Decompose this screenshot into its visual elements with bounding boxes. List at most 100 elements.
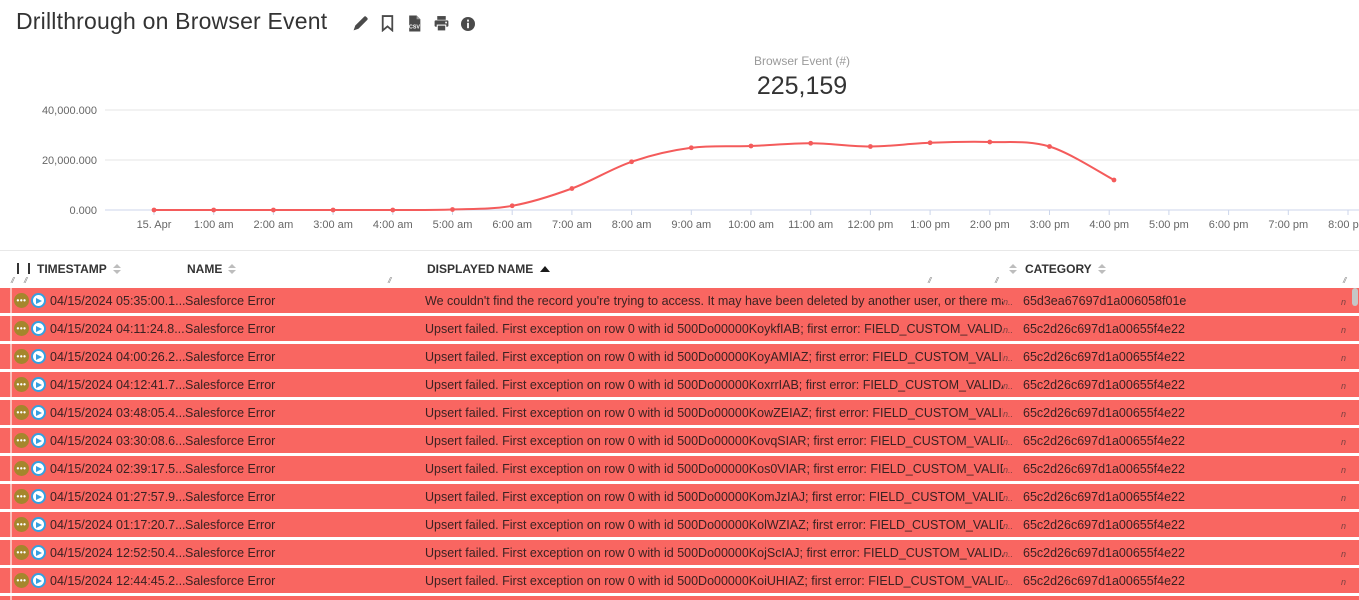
cell-timestamp: 04/15/2024 05:35:00.1... bbox=[48, 294, 185, 308]
column-resize-grip[interactable]: // bbox=[928, 276, 930, 285]
edit-icon[interactable] bbox=[351, 15, 369, 33]
sort-icon[interactable] bbox=[228, 264, 236, 274]
table-row[interactable]: ••• 04/15/2024 01:27:57.9... Salesforce … bbox=[0, 484, 1359, 509]
bookmark-icon[interactable] bbox=[378, 15, 396, 33]
column-resize-grip[interactable]: // bbox=[1343, 276, 1345, 285]
cell-truncated-edge: n bbox=[1341, 353, 1346, 363]
table-row[interactable]: ••• 04/15/2024 03:48:05.4... Salesforce … bbox=[0, 400, 1359, 425]
actions-menu-icon[interactable]: ••• bbox=[14, 489, 29, 504]
col-header-displayed-name[interactable]: DISPLAYED NAME bbox=[425, 262, 1003, 276]
cell-category: 65c2d26c697d1a00655f4e22 bbox=[1023, 518, 1341, 532]
table-row[interactable]: ••• 04/15/2024 12:52:50.4... Salesforce … bbox=[0, 540, 1359, 565]
column-resize-grip[interactable]: // bbox=[11, 276, 13, 285]
session-replay-icon[interactable] bbox=[31, 349, 46, 364]
session-replay-icon[interactable] bbox=[31, 461, 46, 476]
table-row-partial[interactable] bbox=[0, 596, 1359, 600]
cell-timestamp: 04/15/2024 04:12:41.7... bbox=[48, 378, 185, 392]
table-row[interactable]: ••• 04/15/2024 04:11:24.8... Salesforce … bbox=[0, 316, 1359, 341]
actions-menu-icon[interactable]: ••• bbox=[14, 293, 29, 308]
cell-category: 65c2d26c697d1a00655f4e22 bbox=[1023, 378, 1341, 392]
actions-menu-icon[interactable]: ••• bbox=[14, 405, 29, 420]
col-header-replay[interactable] bbox=[24, 263, 35, 274]
cell-name: Salesforce Error bbox=[185, 322, 425, 336]
cell-truncated-edge: n bbox=[1341, 577, 1346, 587]
cell-name: Salesforce Error bbox=[185, 490, 425, 504]
cell-category: 65c2d26c697d1a00655f4e22 bbox=[1023, 350, 1341, 364]
cell-truncated: n.. bbox=[1003, 437, 1013, 447]
col-header-actions[interactable] bbox=[13, 263, 24, 274]
cell-truncated: n.. bbox=[1003, 465, 1013, 475]
table-row[interactable]: ••• 04/15/2024 04:12:41.7... Salesforce … bbox=[0, 372, 1359, 397]
svg-text:8:00 am: 8:00 am bbox=[612, 219, 652, 231]
sort-icon[interactable] bbox=[113, 264, 121, 274]
session-replay-icon[interactable] bbox=[31, 433, 46, 448]
cell-truncated-edge: n bbox=[1341, 325, 1346, 335]
cell-displayed-name: Upsert failed. First exception on row 0 … bbox=[425, 350, 1003, 364]
print-icon[interactable] bbox=[432, 15, 450, 33]
cell-timestamp: 04/15/2024 12:44:45.2... bbox=[48, 574, 185, 588]
table-row[interactable]: ••• 04/15/2024 12:44:45.2... Salesforce … bbox=[0, 568, 1359, 593]
col-header-mini[interactable] bbox=[1003, 264, 1023, 274]
cell-displayed-name: Upsert failed. First exception on row 0 … bbox=[425, 322, 1003, 336]
session-replay-icon[interactable] bbox=[31, 405, 46, 420]
actions-menu-icon[interactable]: ••• bbox=[14, 461, 29, 476]
cell-category: 65c2d26c697d1a00655f4e22 bbox=[1023, 546, 1341, 560]
cell-truncated-edge: n bbox=[1341, 297, 1346, 307]
cell-name: Salesforce Error bbox=[185, 378, 425, 392]
cell-name: Salesforce Error bbox=[185, 574, 425, 588]
sort-asc-icon[interactable] bbox=[540, 266, 550, 272]
col-header-category[interactable]: CATEGORY bbox=[1023, 262, 1341, 276]
actions-menu-icon[interactable]: ••• bbox=[14, 573, 29, 588]
session-replay-icon[interactable] bbox=[31, 321, 46, 336]
cell-truncated: n.. bbox=[1003, 549, 1013, 559]
vertical-scrollbar-thumb[interactable] bbox=[1352, 288, 1358, 306]
cell-truncated-edge: n bbox=[1341, 465, 1346, 475]
cell-truncated: n.. bbox=[1003, 493, 1013, 503]
toolbar: CSV bbox=[351, 15, 477, 33]
table-row[interactable]: ••• 04/15/2024 04:00:26.2... Salesforce … bbox=[0, 344, 1359, 369]
col-header-timestamp[interactable]: TIMESTAMP bbox=[35, 262, 185, 276]
actions-menu-icon[interactable]: ••• bbox=[14, 433, 29, 448]
svg-text:4:00 am: 4:00 am bbox=[373, 219, 413, 231]
table-row[interactable]: ••• 04/15/2024 05:35:00.1... Salesforce … bbox=[0, 288, 1359, 313]
cell-timestamp: 04/15/2024 03:30:08.6... bbox=[48, 434, 185, 448]
session-replay-icon[interactable] bbox=[31, 517, 46, 532]
table-row[interactable]: ••• 04/15/2024 02:39:17.5... Salesforce … bbox=[0, 456, 1359, 481]
chart-total-value: 225,159 bbox=[245, 72, 1359, 101]
svg-text:15. Apr: 15. Apr bbox=[137, 219, 172, 231]
sort-icon[interactable] bbox=[1009, 264, 1017, 274]
svg-text:7:00 am: 7:00 am bbox=[552, 219, 592, 231]
svg-text:9:00 am: 9:00 am bbox=[671, 219, 711, 231]
actions-menu-icon[interactable]: ••• bbox=[14, 545, 29, 560]
cell-truncated: n.. bbox=[1003, 381, 1013, 391]
col-label-timestamp: TIMESTAMP bbox=[35, 262, 107, 276]
column-resize-grip[interactable]: // bbox=[995, 276, 997, 285]
session-replay-icon[interactable] bbox=[31, 573, 46, 588]
actions-menu-icon[interactable]: ••• bbox=[14, 321, 29, 336]
svg-text:2:00 pm: 2:00 pm bbox=[970, 219, 1010, 231]
sort-icon[interactable] bbox=[1098, 264, 1106, 274]
info-icon[interactable] bbox=[459, 15, 477, 33]
cell-displayed-name: Upsert failed. First exception on row 0 … bbox=[425, 462, 1003, 476]
export-csv-icon[interactable]: CSV bbox=[405, 15, 423, 33]
actions-menu-icon[interactable]: ••• bbox=[14, 517, 29, 532]
line-chart-plot: 0.00020,000.00040,000.00015. Apr1:00 am2… bbox=[0, 100, 1359, 238]
table-row[interactable]: ••• 04/15/2024 03:30:08.6... Salesforce … bbox=[0, 428, 1359, 453]
column-resize-grip[interactable]: // bbox=[24, 276, 26, 285]
col-label-name: NAME bbox=[185, 262, 222, 276]
actions-menu-icon[interactable]: ••• bbox=[14, 349, 29, 364]
session-replay-icon[interactable] bbox=[31, 377, 46, 392]
cell-truncated-edge: n bbox=[1341, 549, 1346, 559]
column-resize-grip[interactable]: // bbox=[388, 276, 390, 285]
actions-menu-icon[interactable]: ••• bbox=[14, 377, 29, 392]
cell-category: 65c2d26c697d1a00655f4e22 bbox=[1023, 434, 1341, 448]
cell-category: 65c2d26c697d1a00655f4e22 bbox=[1023, 574, 1341, 588]
col-header-name[interactable]: NAME bbox=[185, 262, 425, 276]
cell-timestamp: 04/15/2024 03:48:05.4... bbox=[48, 406, 185, 420]
session-replay-icon[interactable] bbox=[31, 489, 46, 504]
session-replay-icon[interactable] bbox=[31, 293, 46, 308]
cell-truncated: n.. bbox=[1003, 297, 1013, 307]
svg-text:10:00 am: 10:00 am bbox=[728, 219, 774, 231]
table-row[interactable]: ••• 04/15/2024 01:17:20.7... Salesforce … bbox=[0, 512, 1359, 537]
session-replay-icon[interactable] bbox=[31, 545, 46, 560]
